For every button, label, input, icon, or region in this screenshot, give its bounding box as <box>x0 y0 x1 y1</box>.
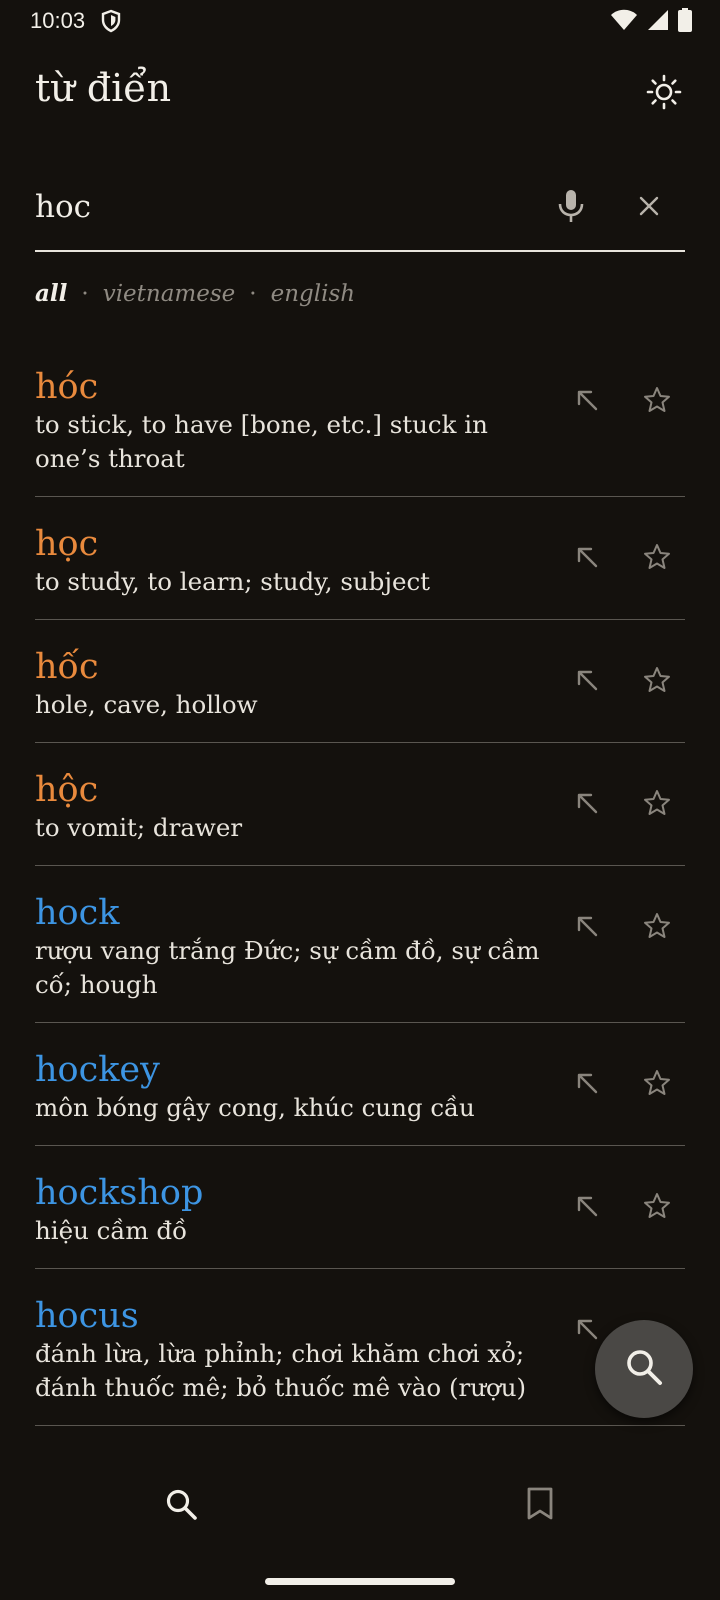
status-icons <box>610 8 692 37</box>
entry-definition: hole, cave, hollow <box>35 690 258 719</box>
filter-separator: · <box>81 280 89 307</box>
bookmark-icon <box>526 1487 554 1525</box>
bookmark-word-button[interactable] <box>635 1186 679 1230</box>
app-title: từ điển <box>35 66 172 110</box>
star-outline-icon <box>643 912 671 944</box>
close-icon <box>638 195 660 221</box>
search-fab[interactable] <box>595 1320 693 1418</box>
insert-word-button[interactable] <box>565 1186 609 1230</box>
insert-word-button[interactable] <box>565 1063 609 1107</box>
entry-definition: rượu vang trắng Đức; sự cầm đồ, sự cầm c… <box>35 936 540 999</box>
arrow-up-left-icon <box>575 1194 599 1222</box>
theme-toggle-button[interactable] <box>642 72 686 116</box>
list-item[interactable]: học to study, to learn; study, subject <box>35 497 685 620</box>
nav-bookmarks-tab[interactable] <box>514 1480 566 1532</box>
star-outline-icon <box>643 543 671 575</box>
bookmark-word-button[interactable] <box>635 783 679 827</box>
star-outline-icon <box>643 666 671 698</box>
arrow-up-left-icon <box>575 545 599 573</box>
search-bar <box>35 170 685 252</box>
list-item[interactable]: hocus đánh lừa, lừa phỉnh; chơi khăm chơ… <box>35 1269 685 1426</box>
voice-search-button[interactable] <box>547 184 595 232</box>
insert-word-button[interactable] <box>565 380 609 424</box>
entry-definition: môn bóng gậy cong, khúc cung cầu <box>35 1093 475 1122</box>
status-time: 10:03 <box>30 8 86 33</box>
search-icon <box>164 1487 198 1525</box>
star-outline-icon <box>643 789 671 821</box>
filter-separator: · <box>249 280 257 307</box>
filter-all[interactable]: all <box>35 280 67 307</box>
results-list: hóc to stick, to have [bone, etc.] stuck… <box>35 340 685 1426</box>
star-outline-icon <box>643 1069 671 1101</box>
bookmark-word-button[interactable] <box>635 380 679 424</box>
insert-word-button[interactable] <box>565 783 609 827</box>
list-item[interactable]: hock rượu vang trắng Đức; sự cầm đồ, sự … <box>35 866 685 1023</box>
arrow-up-left-icon <box>575 1071 599 1099</box>
bookmark-word-button[interactable] <box>635 660 679 704</box>
list-item[interactable]: hộc to vomit; drawer <box>35 743 685 866</box>
entry-definition: đánh lừa, lừa phỉnh; chơi khăm chơi xỏ; … <box>35 1339 527 1402</box>
star-outline-icon <box>643 1192 671 1224</box>
list-item[interactable]: hóc to stick, to have [bone, etc.] stuck… <box>35 340 685 497</box>
microphone-icon <box>556 188 586 228</box>
gesture-bar <box>265 1578 455 1585</box>
entry-definition: hiệu cầm đồ <box>35 1216 188 1245</box>
star-outline-icon <box>643 386 671 418</box>
list-item[interactable]: hốc hole, cave, hollow <box>35 620 685 743</box>
signal-icon <box>646 9 670 36</box>
search-icon <box>624 1347 664 1391</box>
insert-word-button[interactable] <box>565 660 609 704</box>
status-bar: 10:03 <box>0 0 720 42</box>
insert-word-button[interactable] <box>565 906 609 950</box>
arrow-up-left-icon <box>575 668 599 696</box>
bookmark-word-button[interactable] <box>635 537 679 581</box>
battery-icon <box>678 8 692 37</box>
arrow-up-left-icon <box>575 791 599 819</box>
arrow-up-left-icon <box>575 914 599 942</box>
nav-search-tab[interactable] <box>155 1480 207 1532</box>
wifi-icon <box>610 9 638 36</box>
filter-vietnamese[interactable]: vietnamese <box>103 281 236 307</box>
bookmark-word-button[interactable] <box>635 906 679 950</box>
entry-definition: to study, to learn; study, subject <box>35 567 431 596</box>
bookmark-word-button[interactable] <box>635 1063 679 1107</box>
arrow-up-left-icon <box>575 1317 599 1345</box>
filter-english[interactable]: english <box>271 281 355 307</box>
entry-definition: to vomit; drawer <box>35 813 243 842</box>
language-filter: all · vietnamese · english <box>35 280 355 307</box>
insert-word-button[interactable] <box>565 537 609 581</box>
shield-icon <box>100 9 122 38</box>
list-item[interactable]: hockey môn bóng gậy cong, khúc cung cầu <box>35 1023 685 1146</box>
sun-icon <box>646 74 682 114</box>
bottom-navigation <box>0 1460 720 1540</box>
arrow-up-left-icon <box>575 388 599 416</box>
list-item[interactable]: hockshop hiệu cầm đồ <box>35 1146 685 1269</box>
clear-search-button[interactable] <box>625 184 673 232</box>
search-input[interactable] <box>35 184 515 230</box>
entry-definition: to stick, to have [bone, etc.] stuck in … <box>35 410 488 473</box>
